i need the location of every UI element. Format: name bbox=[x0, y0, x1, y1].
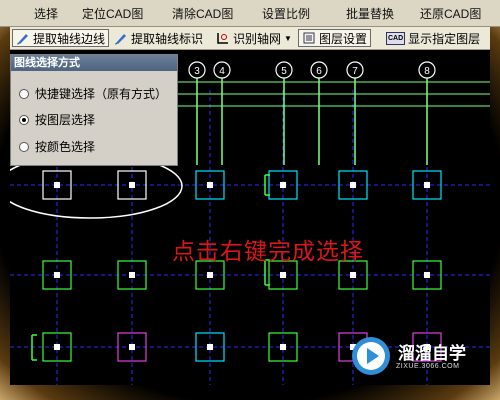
axis-grid-icon bbox=[217, 33, 228, 44]
top-item-clear-cad[interactable]: 清除CAD图 bbox=[172, 5, 233, 22]
column-marker bbox=[207, 182, 213, 188]
axis-bubble-label: 3 bbox=[194, 66, 200, 77]
axis-bubble-label: 5 bbox=[281, 66, 287, 77]
pen-icon bbox=[115, 34, 126, 45]
column-marker bbox=[424, 182, 430, 188]
axis-bubble-label: 7 bbox=[352, 66, 358, 77]
option-label: 按颜色选择 bbox=[35, 140, 96, 154]
chevron-down-icon[interactable]: ▼ bbox=[284, 34, 292, 43]
option-by-color[interactable]: 按颜色选择 bbox=[19, 138, 95, 155]
top-item-select[interactable]: 选择 bbox=[34, 5, 58, 22]
column-marker bbox=[129, 272, 135, 278]
watermark-name: 溜溜自学 bbox=[398, 344, 466, 364]
panel-title: 图线选择方式 bbox=[11, 55, 177, 71]
option-by-layer[interactable]: 按图层选择 bbox=[19, 111, 95, 128]
layer-settings-label: 图层设置 bbox=[319, 31, 368, 46]
column-marker bbox=[350, 272, 356, 278]
extract-axis-lines-label: 提取轴线边线 bbox=[33, 31, 106, 46]
identify-axis-grid-label: 识别轴网 bbox=[233, 31, 282, 46]
layers-icon bbox=[303, 32, 315, 44]
show-layer-label: 显示指定图层 bbox=[408, 31, 481, 46]
radio-icon[interactable] bbox=[19, 88, 29, 99]
column-marker bbox=[280, 182, 286, 188]
pen-icon bbox=[17, 34, 28, 45]
column-marker bbox=[207, 272, 213, 278]
radio-icon[interactable] bbox=[19, 141, 29, 152]
column-marker bbox=[54, 344, 60, 350]
layer-settings-button[interactable]: 图层设置 bbox=[298, 29, 372, 47]
top-item-batch-replace[interactable]: 批量替换 bbox=[346, 5, 394, 22]
right-click-hint: 点击右键完成选择 bbox=[172, 239, 364, 265]
extract-axis-labels-button[interactable]: 提取轴线标识 bbox=[114, 29, 203, 47]
line-selection-panel: 图线选择方式 快捷键选择（原有方式） 按图层选择 按颜色选择 bbox=[10, 54, 178, 166]
axis-toolbar: 提取轴线边线 提取轴线标识 识别轴网 ▼ 图层设置 CAD 显示指定图层 bbox=[10, 27, 490, 50]
axis-bubble-label: 8 bbox=[424, 66, 430, 77]
radio-selected-icon[interactable] bbox=[19, 114, 29, 125]
top-item-set-scale[interactable]: 设置比例 bbox=[262, 5, 310, 22]
play-logo-icon bbox=[352, 337, 390, 375]
extract-axis-labels-label: 提取轴线标识 bbox=[131, 31, 204, 46]
axis-bubble-label: 6 bbox=[316, 66, 322, 77]
column-marker bbox=[129, 344, 135, 350]
identify-axis-grid-button[interactable]: 识别轴网 ▼ bbox=[216, 29, 292, 47]
extract-axis-lines-button[interactable]: 提取轴线边线 bbox=[12, 29, 110, 47]
watermark-url: ZIXUE.3066.COM bbox=[396, 363, 460, 370]
column-marker bbox=[280, 272, 286, 278]
top-item-locate-cad[interactable]: 定位CAD图 bbox=[82, 5, 143, 22]
cad-icon: CAD bbox=[386, 31, 406, 45]
top-toolbar: 选择 定位CAD图 清除CAD图 设置比例 批量替换 还原CAD图 bbox=[0, 0, 500, 27]
column-marker bbox=[129, 182, 135, 188]
column-marker bbox=[424, 272, 430, 278]
option-label: 按图层选择 bbox=[35, 113, 96, 127]
option-shortcut-select[interactable]: 快捷键选择（原有方式） bbox=[19, 85, 167, 102]
top-item-restore-cad[interactable]: 还原CAD图 bbox=[420, 5, 481, 22]
column-marker bbox=[54, 182, 60, 188]
show-layer-button[interactable]: CAD 显示指定图层 bbox=[386, 29, 480, 47]
watermark-logo: 溜溜自学 ZIXUE.3066.COM bbox=[350, 335, 475, 377]
column-marker bbox=[280, 344, 286, 350]
column-marker bbox=[207, 344, 213, 350]
axis-bubble-label: 4 bbox=[219, 66, 225, 77]
column-marker bbox=[350, 182, 356, 188]
column-marker bbox=[54, 272, 60, 278]
option-label: 快捷键选择（原有方式） bbox=[35, 87, 168, 101]
